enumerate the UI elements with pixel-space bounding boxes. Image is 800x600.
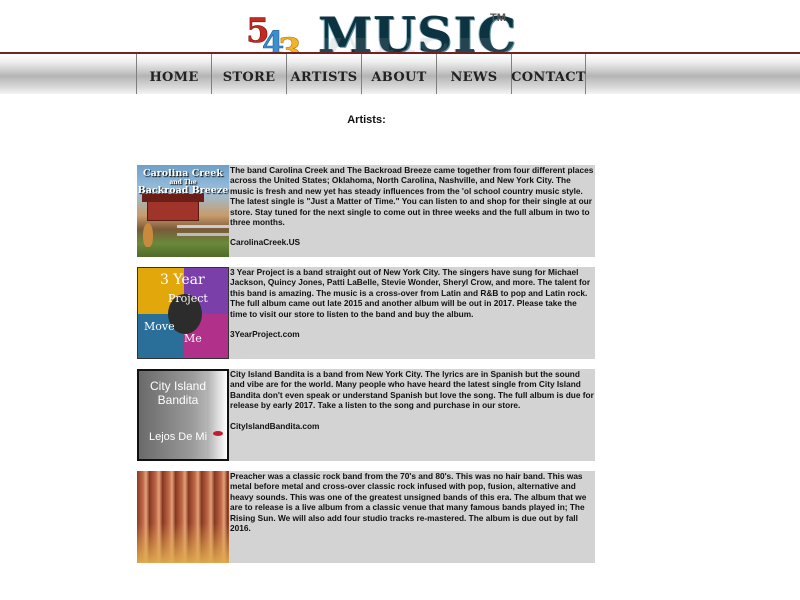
logo-trademark: TM	[490, 12, 506, 24]
artist-description-box: Preacher was a classic rock band from th…	[229, 471, 595, 563]
covered-bridge-art	[142, 194, 204, 221]
artist-description: Preacher was a classic rock band from th…	[230, 471, 587, 534]
artist-description-box: The band Carolina Creek and The Backroad…	[229, 165, 595, 257]
image-caption-top: City Island	[149, 379, 207, 393]
nav-home[interactable]: HOME	[136, 54, 211, 94]
artist-row-city-island-bandita: City Island Bandita Lejos De Mi City Isl…	[137, 369, 595, 461]
artist-description-box: 3 Year Project is a band straight out of…	[229, 267, 595, 359]
nav-news[interactable]: NEWS	[436, 54, 511, 94]
image-caption-bottom-1: Move	[144, 320, 175, 333]
artist-description: 3 Year Project is a band straight out of…	[230, 267, 591, 319]
artist-row-3-year-project: 3 Year Project Move Me 3 Year Project is…	[137, 267, 595, 359]
nav-bar: HOME STORE ARTISTS ABOUT NEWS CONTACT	[0, 52, 800, 94]
image-caption-top: 3 Year	[160, 272, 205, 288]
guitar-art	[143, 223, 153, 247]
artist-description-box: City Island Bandita is a band from New Y…	[229, 369, 595, 461]
nav-contact[interactable]: CONTACT	[511, 54, 586, 94]
image-caption-bottom-2: Me	[184, 332, 202, 345]
artist-image-city-island-bandita: City Island Bandita Lejos De Mi	[137, 369, 229, 461]
page-title: Artists:	[347, 114, 386, 126]
nav-about[interactable]: ABOUT	[361, 54, 436, 94]
image-caption-bottom: Lejos De Mi	[148, 431, 208, 443]
main-nav: HOME STORE ARTISTS ABOUT NEWS CONTACT	[136, 54, 586, 94]
artist-website-link[interactable]: 3YearProject.com	[230, 329, 594, 339]
artist-description: The band Carolina Creek and The Backroad…	[230, 165, 594, 228]
artist-row-preacher: Preacher was a classic rock band from th…	[137, 471, 595, 563]
artist-image-carolina-creek: Carolina Creek and The Backroad Breeze	[137, 165, 229, 257]
artist-row-carolina-creek: Carolina Creek and The Backroad Breeze T…	[137, 165, 595, 257]
image-caption-top: Carolina Creek	[143, 168, 223, 179]
nav-artists[interactable]: ARTISTS	[286, 54, 361, 94]
artist-description: City Island Bandita is a band from New Y…	[230, 369, 594, 411]
nav-store[interactable]: STORE	[211, 54, 286, 94]
image-caption-mid: Bandita	[157, 393, 199, 407]
artist-image-preacher	[137, 471, 229, 563]
fence-art	[177, 225, 229, 228]
image-caption-mid: Project	[168, 292, 208, 305]
artist-website-link[interactable]: CityIslandBandita.com	[230, 421, 594, 431]
artist-image-3-year-project: 3 Year Project Move Me	[137, 267, 229, 359]
artist-website-link[interactable]: CarolinaCreek.US	[230, 237, 594, 247]
